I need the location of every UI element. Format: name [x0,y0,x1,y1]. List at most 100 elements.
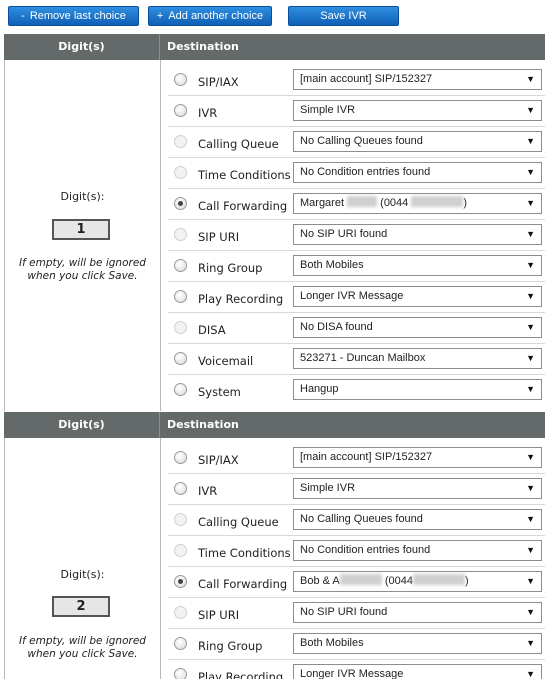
digits-cell: Digit(s): 1 If empty, will be ignored wh… [4,60,161,411]
triangle-down-icon: ▼ [526,291,535,301]
destination-option-calling-queue: Calling Queue No Calling Queues found ▼ [168,505,545,536]
option-label: Play Recording [198,292,284,306]
save-ivr-button[interactable]: Save IVR [288,6,399,26]
destination-option-system: System Hangup ▼ [168,375,545,406]
triangle-down-icon: ▼ [526,576,535,586]
radio-sip-iax[interactable] [174,451,187,464]
choice-header: Digit(s) Destination [4,34,545,60]
digit-input[interactable]: 2 [52,596,110,617]
ivr-select[interactable]: Simple IVR ▼ [293,100,542,121]
sip-iax-select[interactable]: [main account] SIP/152327 ▼ [293,447,542,468]
time-conditions-select[interactable]: No Condition entries found ▼ [293,162,542,183]
redacted-name [347,196,378,207]
destination-cell: SIP/IAX [main account] SIP/152327 ▼ IVR S… [164,438,545,679]
select-value: No Condition entries found [300,544,431,556]
radio-call-forwarding[interactable] [174,575,187,588]
destination-option-sip-iax: SIP/IAX [main account] SIP/152327 ▼ [168,443,545,474]
ivr-select[interactable]: Simple IVR ▼ [293,478,542,499]
empty-hint-line-2: when you click Save. [27,270,138,282]
select-value: [main account] SIP/152327 [300,73,433,85]
option-label: Time Conditions [198,546,291,560]
digits-column-header: Digit(s) [4,412,160,438]
call-forwarding-select[interactable]: Margaret (0044 ) ▼ [293,193,542,214]
add-another-choice-button[interactable]: + Add another choice [148,6,272,26]
select-value: No Calling Queues found [300,135,423,147]
option-label: Voicemail [198,354,254,368]
destination-option-sip-uri: SIP URI No SIP URI found ▼ [168,598,545,629]
triangle-down-icon: ▼ [526,353,535,363]
triangle-down-icon: ▼ [526,483,535,493]
play-recording-select[interactable]: Longer IVR Message ▼ [293,664,542,679]
radio-ring-group[interactable] [174,637,187,650]
radio-sip-iax[interactable] [174,73,187,86]
select-value-name: Margaret [300,197,345,209]
disa-select[interactable]: No DISA found ▼ [293,317,542,338]
radio-call-forwarding[interactable] [174,197,187,210]
calling-queue-select[interactable]: No Calling Queues found ▼ [293,509,542,530]
redacted-number [411,196,464,207]
destination-option-disa: DISA No DISA found ▼ [168,313,545,344]
destination-option-time-conditions: Time Conditions No Condition entries fou… [168,158,545,189]
radio-play-recording[interactable] [174,668,187,679]
radio-play-recording[interactable] [174,290,187,303]
redacted-number [412,574,465,585]
time-conditions-select[interactable]: No Condition entries found ▼ [293,540,542,561]
option-label: Call Forwarding [198,199,288,213]
select-value: Both Mobiles [300,259,364,271]
ring-group-select[interactable]: Both Mobiles ▼ [293,633,542,654]
select-value: No DISA found [300,321,373,333]
select-value-number: (0044 [380,197,409,209]
radio-time-conditions [174,166,187,179]
select-value: No SIP URI found [300,606,388,618]
destination-option-time-conditions: Time Conditions No Condition entries fou… [168,536,545,567]
sip-uri-select[interactable]: No SIP URI found ▼ [293,224,542,245]
radio-sip-uri [174,606,187,619]
select-value: [main account] SIP/152327 [300,451,433,463]
system-select[interactable]: Hangup ▼ [293,379,542,400]
radio-ivr[interactable] [174,482,187,495]
select-value: No SIP URI found [300,228,388,240]
radio-calling-queue [174,135,187,148]
triangle-down-icon: ▼ [526,105,535,115]
destination-option-ivr: IVR Simple IVR ▼ [168,474,545,505]
select-value: Longer IVR Message [300,668,404,679]
play-recording-select[interactable]: Longer IVR Message ▼ [293,286,542,307]
destination-option-call-forwarding: Call Forwarding Bob & A (0044) ▼ [168,567,545,598]
option-label: Time Conditions [198,168,291,182]
radio-ring-group[interactable] [174,259,187,272]
ring-group-select[interactable]: Both Mobiles ▼ [293,255,542,276]
calling-queue-select[interactable]: No Calling Queues found ▼ [293,131,542,152]
option-label: DISA [198,323,226,337]
select-value: Simple IVR [300,482,356,494]
destination-option-voicemail: Voicemail 523271 - Duncan Mailbox ▼ [168,344,545,375]
destination-option-play-recording: Play Recording Longer IVR Message ▼ [168,282,545,313]
destination-column-header: Destination [167,40,239,53]
triangle-down-icon: ▼ [526,322,535,332]
option-label: Calling Queue [198,137,279,151]
option-label: System [198,385,241,399]
sip-uri-select[interactable]: No SIP URI found ▼ [293,602,542,623]
destination-option-ring-group: Ring Group Both Mobiles ▼ [168,629,545,660]
remove-last-choice-button[interactable]: - Remove last choice [8,6,139,26]
destination-column-header: Destination [167,418,239,431]
option-label: SIP/IAX [198,453,239,467]
destination-option-call-forwarding: Call Forwarding Margaret (0044 ) ▼ [168,189,545,220]
radio-voicemail[interactable] [174,352,187,365]
digits-label: Digit(s): [60,568,105,581]
radio-ivr[interactable] [174,104,187,117]
digit-input[interactable]: 1 [52,219,110,240]
sip-iax-select[interactable]: [main account] SIP/152327 ▼ [293,69,542,90]
triangle-down-icon: ▼ [526,136,535,146]
triangle-down-icon: ▼ [526,167,535,177]
call-forwarding-select[interactable]: Bob & A (0044) ▼ [293,571,542,592]
ivr-choice-block-2: Digit(s) Destination Digit(s): 2 If empt… [4,412,545,679]
voicemail-select[interactable]: 523271 - Duncan Mailbox ▼ [293,348,542,369]
select-value: 523271 - Duncan Mailbox [300,352,426,364]
triangle-down-icon: ▼ [526,545,535,555]
radio-disa [174,321,187,334]
select-value-number: (0044 [384,575,413,587]
triangle-down-icon: ▼ [526,260,535,270]
triangle-down-icon: ▼ [526,669,535,679]
radio-system[interactable] [174,383,187,396]
digits-cell: Digit(s): 2 If empty, will be ignored wh… [4,438,161,679]
